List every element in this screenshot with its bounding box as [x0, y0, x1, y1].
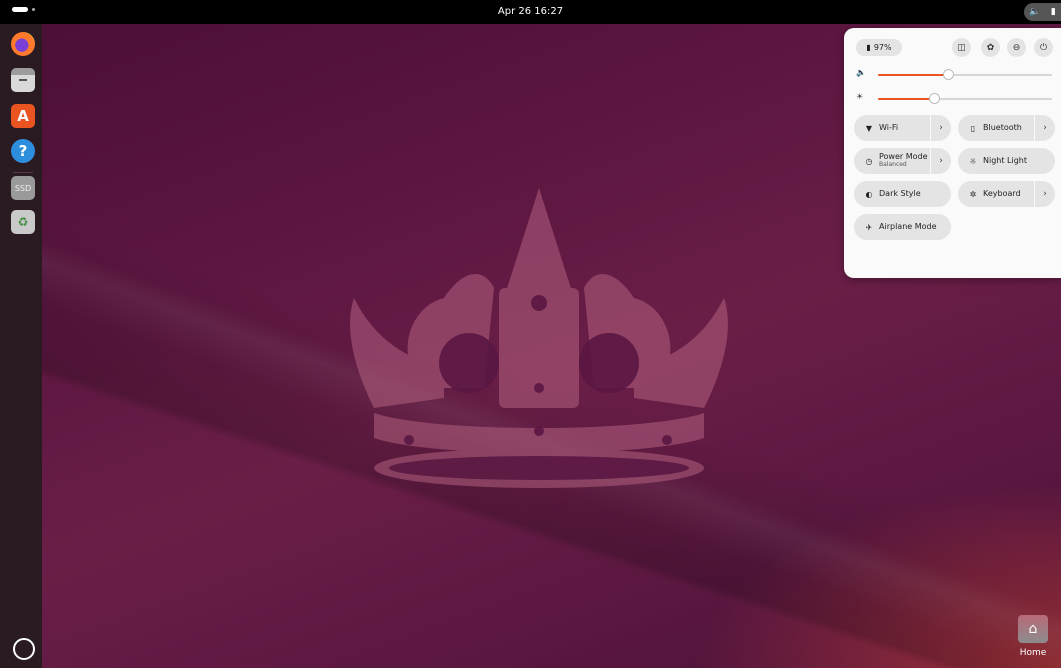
night-light-tile[interactable]: ☼ Night Light: [958, 148, 1055, 174]
crown-emblem: [350, 188, 728, 488]
wifi-icon: ▼: [865, 123, 873, 133]
screenshot-icon[interactable]: ◫: [952, 38, 971, 57]
power-icon[interactable]: ⏻: [1034, 38, 1053, 57]
power-mode-sublabel: Balanced: [879, 161, 907, 169]
files-icon[interactable]: [11, 68, 35, 92]
quick-settings-panel: ▮ 97% ◫ ✿ ⊖ ⏻ 🔈 ☀ ▼ Wi-Fi › ▯ Bluetooth …: [844, 28, 1061, 278]
power-mode-arrow-button[interactable]: ›: [930, 148, 951, 174]
bluetooth-label: Bluetooth: [983, 122, 1022, 132]
dock: A ? SSD ♻: [0, 24, 42, 668]
keyboard-arrow-button[interactable]: ›: [1034, 181, 1055, 207]
home-folder-icon[interactable]: ⌂: [1018, 615, 1048, 643]
airplane-mode-label: Airplane Mode: [879, 221, 937, 231]
home-label[interactable]: Home: [1010, 648, 1056, 658]
power-mode-tile[interactable]: ◷ Power Mode Balanced ›: [854, 148, 951, 174]
volume-track[interactable]: [878, 69, 1052, 80]
volume-slider[interactable]: 🔈: [856, 68, 1056, 82]
power-mode-label: Power Mode: [879, 152, 928, 162]
wifi-label: Wi-Fi: [879, 122, 899, 132]
app-center-icon[interactable]: A: [11, 104, 35, 128]
firefox-icon[interactable]: [11, 32, 35, 56]
bluetooth-icon: ▯: [970, 123, 976, 133]
night-light-label: Night Light: [983, 155, 1027, 165]
bluetooth-arrow-button[interactable]: ›: [1034, 115, 1055, 141]
brightness-handle[interactable]: [929, 93, 940, 104]
night-light-icon: ☼: [969, 156, 977, 166]
dark-style-tile[interactable]: ◐ Dark Style: [854, 181, 951, 207]
wifi-tile[interactable]: ▼ Wi-Fi ›: [854, 115, 951, 141]
clock[interactable]: Apr 26 16:27: [0, 6, 1061, 17]
lock-icon[interactable]: ⊖: [1007, 38, 1026, 57]
keyboard-icon: ✲: [969, 189, 977, 199]
top-bar: Apr 26 16:27 🔈 ▮: [0, 0, 1061, 24]
system-menu-button[interactable]: 🔈 ▮: [1024, 3, 1061, 21]
battery-button[interactable]: ▮ 97%: [856, 39, 902, 56]
files-handle-icon: [19, 79, 27, 81]
wifi-arrow-button[interactable]: ›: [930, 115, 951, 141]
brightness-track[interactable]: [878, 93, 1052, 104]
keyboard-tile[interactable]: ✲ Keyboard ›: [958, 181, 1055, 207]
help-icon[interactable]: ?: [11, 139, 35, 163]
dock-separator: [13, 172, 33, 173]
airplane-icon: ✈: [865, 222, 873, 232]
drive-icon[interactable]: SSD: [11, 176, 35, 200]
dark-style-icon: ◐: [865, 189, 873, 199]
battery-icon: ▮: [866, 43, 871, 52]
bluetooth-tile[interactable]: ▯ Bluetooth ›: [958, 115, 1055, 141]
power-mode-icon: ◷: [865, 156, 873, 166]
airplane-mode-tile[interactable]: ✈ Airplane Mode: [854, 214, 951, 240]
ubuntu-logo-icon[interactable]: [13, 638, 35, 660]
battery-percentage: 97%: [873, 43, 892, 52]
dark-style-label: Dark Style: [879, 188, 921, 198]
battery-icon: ▮: [1050, 7, 1056, 17]
speaker-icon: 🔈: [856, 68, 866, 77]
keyboard-label: Keyboard: [983, 188, 1021, 198]
settings-gear-icon[interactable]: ✿: [981, 38, 1000, 57]
power-mode-text: Power Mode Balanced: [879, 152, 928, 169]
brightness-icon: ☀: [856, 92, 864, 101]
trash-icon[interactable]: ♻: [11, 210, 35, 234]
volume-fill: [878, 74, 949, 76]
brightness-fill: [878, 98, 935, 100]
brightness-slider[interactable]: ☀: [856, 92, 1056, 106]
speaker-icon: 🔈: [1029, 7, 1041, 17]
volume-handle[interactable]: [943, 69, 954, 80]
